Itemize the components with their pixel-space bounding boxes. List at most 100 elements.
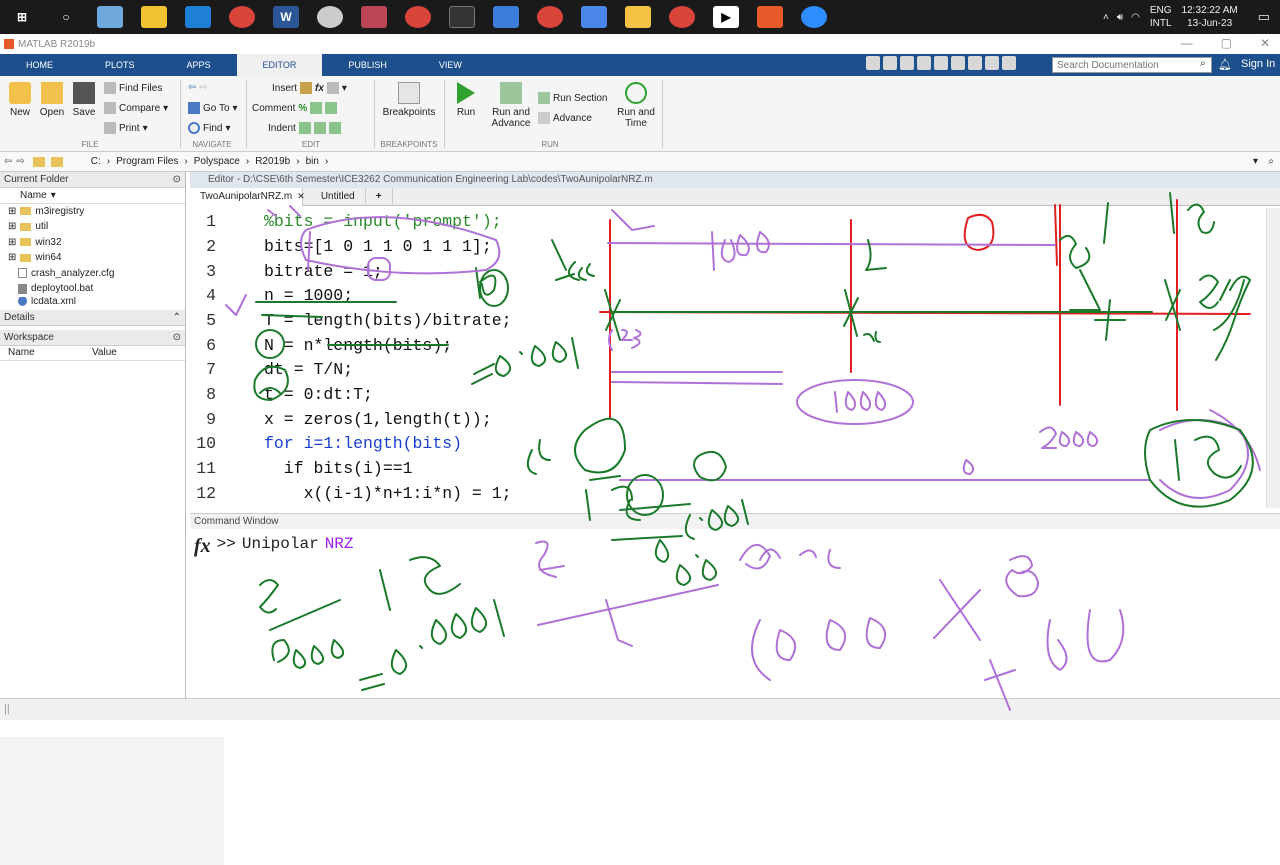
find-files-button[interactable]: Find Files <box>104 82 162 94</box>
code-line[interactable]: N = n*length(bits); <box>264 336 452 355</box>
code-line[interactable]: t = 0:dt:T; <box>264 385 373 404</box>
forward-arrow-icon[interactable]: ⇨ <box>199 82 207 93</box>
tab-untitled[interactable]: Untitled <box>311 187 366 206</box>
command-line[interactable]: fx >> Unipolar NRZ <box>194 535 354 558</box>
fx-icon[interactable]: fx <box>194 535 211 558</box>
copy-icon[interactable] <box>900 56 914 70</box>
help-icon[interactable] <box>985 56 999 70</box>
tab-home[interactable]: HOME <box>0 54 79 76</box>
chrome-icon[interactable] <box>229 6 255 28</box>
app-icon[interactable] <box>317 6 343 28</box>
breadcrumb-item[interactable]: bin <box>306 156 319 167</box>
browse-folder-icon[interactable] <box>50 156 63 167</box>
vscode-icon[interactable] <box>185 6 211 28</box>
minimize-button[interactable]: — <box>1181 36 1193 50</box>
column-value[interactable]: Value <box>92 347 117 358</box>
switch-windows-icon[interactable] <box>968 56 982 70</box>
word-icon[interactable]: W <box>273 6 299 28</box>
windows-start-icon[interactable]: ⊞ <box>9 6 35 28</box>
compare-button[interactable]: Compare ▾ <box>104 102 168 114</box>
save-icon[interactable] <box>866 56 880 70</box>
list-item[interactable]: ⊞ m3iregistry <box>0 204 185 220</box>
back-forward-buttons[interactable]: ⇦ ⇨ <box>188 82 208 93</box>
details-header[interactable]: Details ⌃ <box>0 309 185 326</box>
app-icon[interactable] <box>97 6 123 28</box>
sticky-notes-icon[interactable] <box>141 6 167 28</box>
code-line[interactable]: x = zeros(1,length(t)); <box>264 410 492 429</box>
run-and-time-button[interactable]: Run and Time <box>614 82 658 129</box>
wifi-icon[interactable]: ◠ <box>1131 12 1140 23</box>
close-tab-icon[interactable]: ✕ <box>297 191 305 202</box>
app-icon[interactable] <box>581 6 607 28</box>
notification-icon[interactable]: ▭ <box>1258 9 1270 25</box>
chevron-up-icon[interactable]: ˄ <box>1103 12 1109 23</box>
breadcrumb-item[interactable]: R2019b <box>255 156 290 167</box>
notification-bell-icon[interactable]: 🔔︎ <box>1218 58 1232 71</box>
panel-menu-icon[interactable]: ⊙ <box>173 332 181 343</box>
save-button[interactable]: Save <box>64 82 104 118</box>
run-section-button[interactable]: Run Section <box>538 92 607 104</box>
breadcrumb-item[interactable]: Polyspace <box>194 156 240 167</box>
breakpoints-button[interactable]: Breakpoints <box>380 82 438 118</box>
tab-view[interactable]: VIEW <box>413 54 488 76</box>
expand-icon[interactable]: ⊞ <box>8 237 16 248</box>
list-item[interactable]: crash_analyzer.cfg <box>0 266 185 282</box>
chrome-icon[interactable] <box>537 6 563 28</box>
command-window[interactable]: fx >> Unipolar NRZ <box>190 529 1280 698</box>
tab-publish[interactable]: PUBLISH <box>322 54 413 76</box>
zoom-icon[interactable] <box>801 6 827 28</box>
maximize-button[interactable]: ▢ <box>1221 36 1232 50</box>
address-search-icon[interactable]: ⌕ <box>1268 156 1274 167</box>
expand-icon[interactable]: ⊞ <box>8 206 16 217</box>
undo-icon[interactable] <box>934 56 948 70</box>
breadcrumb-drive[interactable]: C: <box>91 156 101 167</box>
chrome-icon[interactable] <box>405 6 431 28</box>
back-arrow-icon[interactable]: ⇦ <box>4 156 12 167</box>
app-icon[interactable]: ▶ <box>713 6 739 28</box>
search-icon[interactable]: ○ <box>53 6 79 28</box>
panel-menu-icon[interactable]: ⊙ <box>173 174 181 185</box>
code-line[interactable]: bitrate = 1; <box>264 262 383 281</box>
list-item[interactable]: ⊞ win64 <box>0 250 185 266</box>
run-and-advance-button[interactable]: Run and Advance <box>486 82 536 129</box>
comment-button[interactable]: Comment% <box>252 102 338 114</box>
community-icon[interactable] <box>1002 56 1016 70</box>
code-line[interactable]: %bits = input('prompt'); <box>264 212 502 231</box>
breadcrumb-item[interactable]: Program Files <box>116 156 178 167</box>
forward-arrow-icon[interactable]: ⇨ <box>16 156 24 167</box>
column-header[interactable]: Name ▾ <box>0 188 185 204</box>
list-item[interactable]: lcdata.xml <box>0 296 185 306</box>
code-line[interactable]: T = length(bits)/bitrate; <box>264 311 512 330</box>
redo-icon[interactable] <box>951 56 965 70</box>
matlab-icon[interactable] <box>757 6 783 28</box>
chrome-icon[interactable] <box>669 6 695 28</box>
close-button[interactable]: ✕ <box>1260 36 1270 50</box>
column-name[interactable]: Name <box>8 347 88 358</box>
search-icon[interactable]: ⌕ <box>1200 58 1206 69</box>
code-line[interactable]: bits=[1 0 1 1 0 1 1 1]; <box>264 237 492 256</box>
back-arrow-icon[interactable]: ⇦ <box>188 82 196 93</box>
code-line[interactable]: for i=1:length(bits) <box>264 434 462 453</box>
expand-icon[interactable]: ⌃ <box>173 312 181 323</box>
list-item[interactable]: deploytool.bat <box>0 281 185 297</box>
app-icon[interactable] <box>361 6 387 28</box>
expand-icon[interactable]: ⊞ <box>8 221 16 232</box>
volume-icon[interactable]: 🔊︎ <box>1117 12 1123 23</box>
tab-apps[interactable]: APPS <box>161 54 237 76</box>
indent-button[interactable]: Indent <box>268 122 341 134</box>
code-line[interactable]: x((i-1)*n+1:i*n) = 1; <box>264 484 512 503</box>
terminal-icon[interactable] <box>449 6 475 28</box>
paste-icon[interactable] <box>917 56 931 70</box>
tab-plots[interactable]: PLOTS <box>79 54 161 76</box>
list-item[interactable]: ⊞ util <box>0 219 185 235</box>
file-explorer-icon[interactable] <box>625 6 651 28</box>
chevron-down-icon[interactable]: ▾ <box>1253 156 1258 167</box>
expand-icon[interactable]: ⊞ <box>8 252 16 263</box>
find-button[interactable]: Find ▾ <box>188 122 230 134</box>
editor-scrollbar[interactable] <box>1266 208 1280 508</box>
tab-editor[interactable]: EDITOR <box>236 54 323 76</box>
add-tab-button[interactable]: + <box>366 187 393 206</box>
language-indicator[interactable]: ENG INTL <box>1150 4 1172 30</box>
code-line[interactable]: dt = T/N; <box>264 360 353 379</box>
insert-button[interactable]: Insert fx ▾ <box>272 82 347 94</box>
